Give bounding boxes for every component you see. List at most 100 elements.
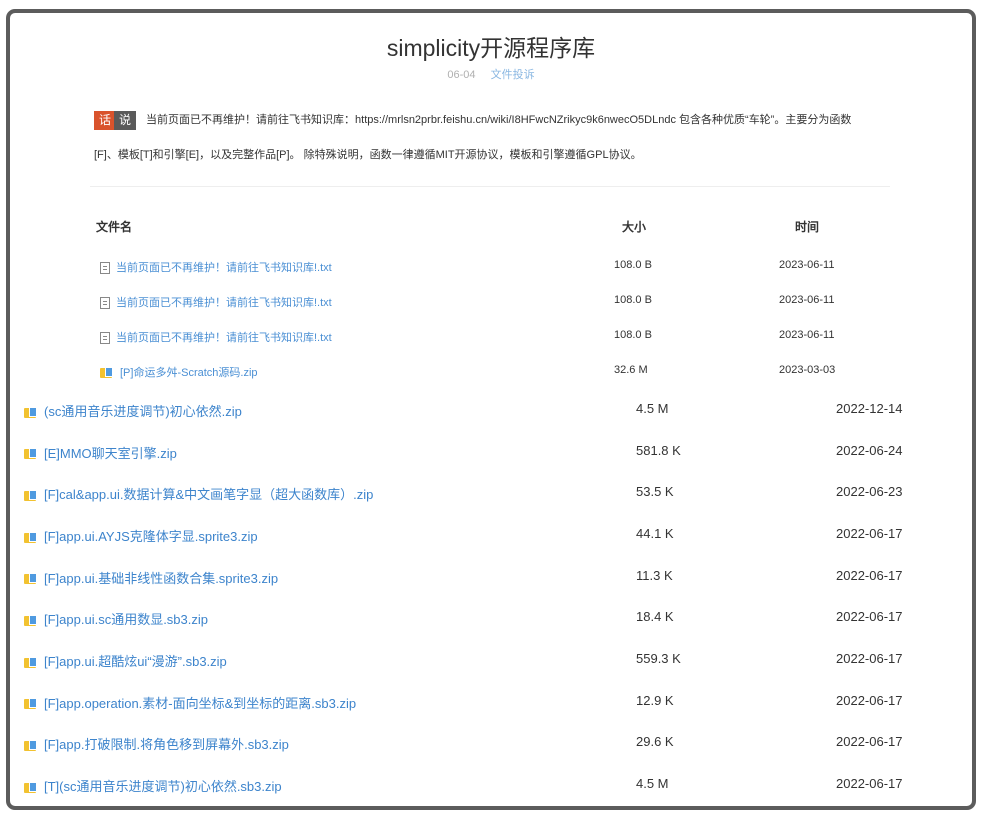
file-size: 4.5 M [636, 775, 669, 791]
text-file-icon [100, 297, 110, 310]
file-name: [F]app.打破限制.将角色移到屏幕外.sb3.zip [44, 737, 289, 753]
zip-file-icon [24, 739, 38, 752]
file-size: 32.6 M [614, 364, 648, 376]
file-time: 2022-06-17 [836, 650, 903, 666]
file-time: 2022-06-17 [836, 692, 903, 708]
file-size: 581.8 K [636, 442, 681, 458]
file-link[interactable]: 当前页面已不再维护！请前往飞书知识库!.txt [100, 294, 332, 310]
notice-box: 话说当前页面已不再维护！请前往飞书知识库：https://mrlsn2prbr.… [94, 103, 894, 173]
zip-file-icon [24, 406, 38, 419]
file-size: 108.0 B [614, 259, 652, 271]
table-row: 当前页面已不再维护！请前往飞书知识库!.txt 108.0 B 2023-06-11 [10, 294, 972, 314]
file-time: 2023-06-11 [779, 329, 835, 341]
table-row: [F]app.打破限制.将角色移到屏幕外.sb3.zip 29.6 K 2022-0… [10, 734, 972, 756]
file-link[interactable]: [P]命运多舛-Scratch源码.zip [100, 364, 258, 380]
notice-tag-left: 话 [94, 110, 117, 130]
file-name: [F]app.operation.素材-面向坐标&到坐标的距离.sb3.zip [44, 695, 357, 711]
zip-file-icon [24, 489, 38, 502]
file-size: 108.0 B [614, 329, 652, 341]
file-size: 53.5 K [636, 484, 674, 500]
file-link[interactable]: [F]app.ui.超酷炫ui“漫游”.sb3.zip [24, 651, 227, 670]
file-link[interactable]: 当前页面已不再维护！请前往飞书知识库!.txt [100, 259, 332, 275]
file-size: 29.6 K [636, 734, 674, 750]
file-size: 44.1 K [636, 525, 674, 541]
notice-text-2: [F]、模板[T]和引擎[E]，以及完整作品[P]。 除特殊说明，函数一律遵循M… [94, 149, 642, 161]
file-time: 2022-06-17 [836, 609, 903, 625]
header-name: 文件名 [96, 220, 133, 234]
header-size: 大小 [622, 220, 647, 234]
publish-date: 06-04 [447, 69, 476, 81]
file-time: 2022-06-17 [836, 734, 903, 750]
table-row: (sc通用音乐进度调节)初心依然.zip 4.5 M 2022-12-14 [10, 401, 972, 423]
header-time: 时间 [795, 220, 820, 234]
file-time: 2022-06-17 [836, 525, 903, 541]
text-file-icon [100, 332, 110, 345]
table-header: 文件名 大小 时间 [10, 218, 972, 238]
zip-file-icon [24, 656, 38, 669]
notice-line-1: 话说当前页面已不再维护！请前往飞书知识库：https://mrlsn2prbr.… [94, 103, 894, 138]
file-link[interactable]: 当前页面已不再维护！请前往飞书知识库!.txt [100, 329, 332, 345]
zip-file-icon [24, 614, 38, 627]
file-name: [F]cal&app.ui.数据计算&中文画笔字显（超大函数库）.zip [44, 487, 374, 503]
notice-tag-right: 说 [114, 110, 137, 130]
file-size: 12.9 K [636, 692, 674, 708]
file-name: [F]app.ui.AYJS克隆体字显.sprite3.zip [44, 528, 258, 544]
table-row: [F]app.ui.基础非线性函数合集.sprite3.zip 11.3 K 202… [10, 568, 972, 590]
file-link[interactable]: [F]app.ui.基础非线性函数合集.sprite3.zip [24, 568, 278, 587]
table-row: 当前页面已不再维护！请前往飞书知识库!.txt 108.0 B 2023-06-11 [10, 259, 972, 279]
file-name: [T](sc通用音乐进度调节)初心依然.sb3.zip [44, 778, 282, 794]
file-link[interactable]: [E]MMO聊天室引擎.zip [24, 443, 177, 462]
file-size: 4.5 M [636, 401, 669, 416]
file-name: [F]app.ui.超酷炫ui“漫游”.sb3.zip [44, 653, 227, 669]
file-name: 当前页面已不再维护！请前往飞书知识库!.txt [116, 262, 332, 274]
file-time: 2022-06-23 [836, 484, 903, 500]
table-row: [F]app.ui.超酷炫ui“漫游”.sb3.zip 559.3 K 2022-0… [10, 651, 972, 673]
file-link[interactable]: [F]app.打破限制.将角色移到屏幕外.sb3.zip [24, 734, 289, 753]
zip-file-icon [24, 531, 38, 544]
file-name: 当前页面已不再维护！请前往飞书知识库!.txt [116, 297, 332, 309]
text-file-icon [100, 262, 110, 275]
page-title: simplicity开源程序库 [386, 35, 596, 61]
zip-file-icon [100, 367, 114, 379]
table-row: [F]app.ui.sc通用数显.sb3.zip 18.4 K 2022-06-17 [10, 609, 972, 631]
table-row: [P]命运多舛-Scratch源码.zip 32.6 M 2023-03-03 [10, 364, 972, 384]
file-time: 2023-03-03 [779, 364, 836, 376]
table-row: [F]cal&app.ui.数据计算&中文画笔字显（超大函数库）.zip 53.5… [10, 484, 972, 506]
file-time: 2023-06-11 [779, 259, 835, 271]
zip-file-icon [24, 698, 38, 710]
file-link[interactable]: [T](sc通用音乐进度调节)初心依然.sb3.zip [24, 776, 282, 795]
file-name: (sc通用音乐进度调节)初心依然.zip [44, 404, 242, 419]
file-link[interactable]: [F]app.operation.素材-面向坐标&到坐标的距离.sb3.zip [24, 693, 356, 712]
file-time: 2022-06-17 [836, 775, 903, 791]
file-name: [P]命运多舛-Scratch源码.zip [120, 367, 258, 379]
zip-file-icon [24, 573, 38, 585]
file-link[interactable]: (sc通用音乐进度调节)初心依然.zip [24, 401, 242, 420]
file-time: 2022-12-14 [836, 401, 903, 416]
divider [90, 186, 890, 187]
file-size: 11.3 K [636, 567, 673, 583]
table-row: [F]app.operation.素材-面向坐标&到坐标的距离.sb3.zip 1… [10, 693, 972, 715]
file-name: [E]MMO聊天室引擎.zip [44, 445, 177, 461]
table-row: [E]MMO聊天室引擎.zip 581.8 K 2022-06-24 [10, 443, 972, 465]
report-link[interactable]: 文件投诉 [491, 69, 535, 81]
file-size: 559.3 K [636, 650, 681, 666]
file-link[interactable]: [F]app.ui.AYJS克隆体字显.sprite3.zip [24, 526, 258, 545]
browser-window: simplicity开源程序库 06-04 文件投诉 话说当前页面已不再维护！请… [6, 9, 976, 810]
file-time: 2022-06-17 [836, 567, 903, 583]
page-meta: 06-04 文件投诉 [10, 66, 972, 82]
table-row: [T](sc通用音乐进度调节)初心依然.sb3.zip 4.5 M 2022-06-… [10, 776, 972, 798]
table-row: 当前页面已不再维护！请前往飞书知识库!.txt 108.0 B 2023-06-11 [10, 329, 972, 349]
zip-file-icon [24, 781, 38, 794]
file-size: 18.4 K [636, 609, 674, 625]
file-link[interactable]: [F]app.ui.sc通用数显.sb3.zip [24, 609, 208, 628]
file-time: 2023-06-11 [779, 294, 835, 306]
table-row: [F]app.ui.AYJS克隆体字显.sprite3.zip 44.1 K 202… [10, 526, 972, 548]
file-link[interactable]: [F]cal&app.ui.数据计算&中文画笔字显（超大函数库）.zip [24, 484, 373, 503]
file-name: 当前页面已不再维护！请前往飞书知识库!.txt [116, 332, 332, 344]
file-time: 2022-06-24 [836, 442, 903, 458]
file-name: [F]app.ui.sc通用数显.sb3.zip [44, 612, 208, 628]
zip-file-icon [24, 448, 38, 460]
file-size: 108.0 B [614, 294, 652, 306]
file-name: [F]app.ui.基础非线性函数合集.sprite3.zip [44, 570, 279, 586]
notice-text-1: 当前页面已不再维护！请前往飞书知识库：https://mrlsn2prbr.fe… [146, 114, 852, 126]
